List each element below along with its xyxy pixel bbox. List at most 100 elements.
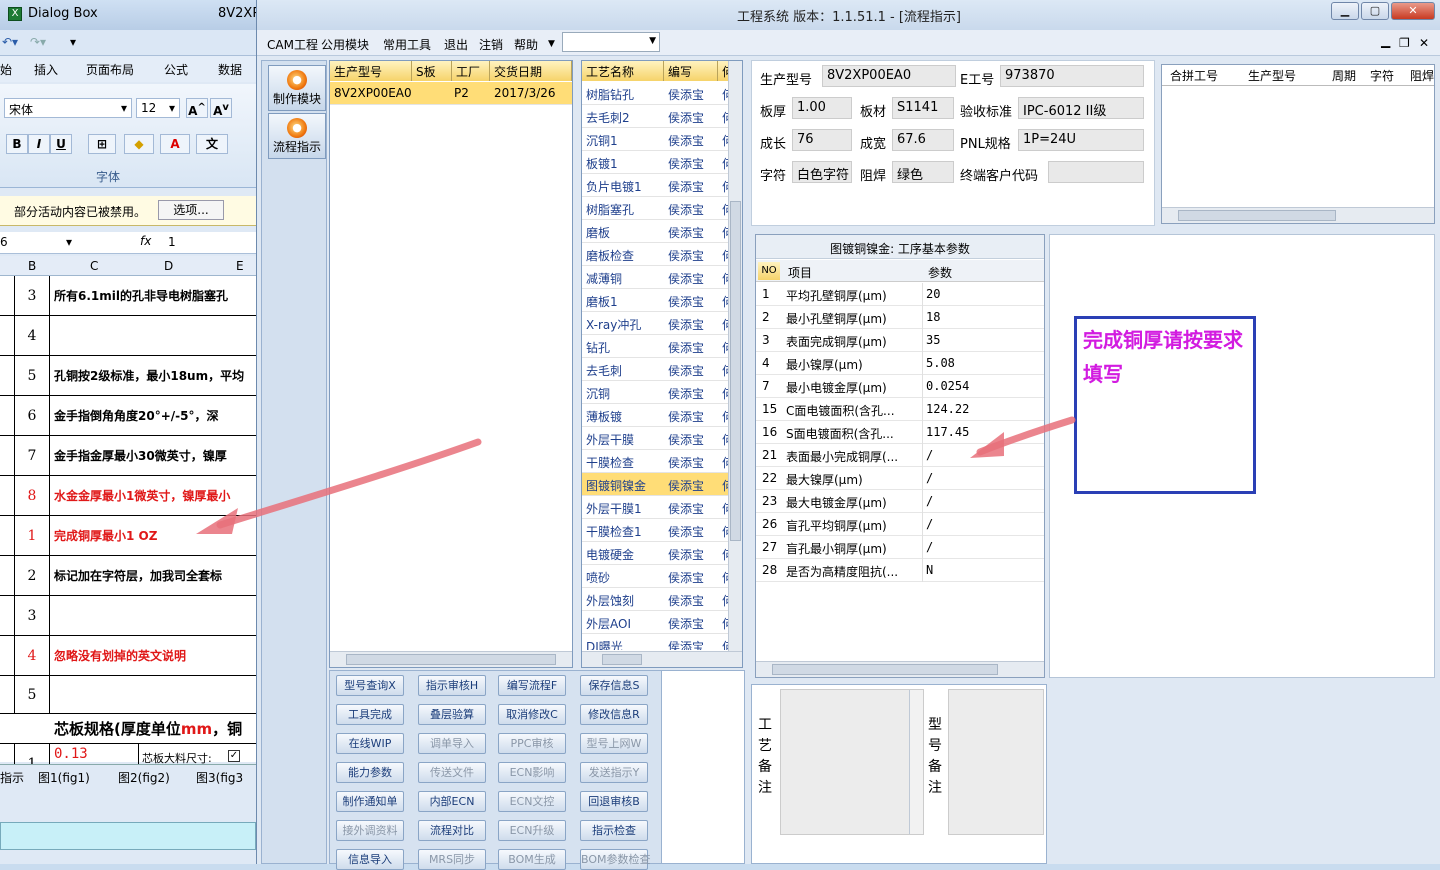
worksheet-grid[interactable]: 3 所有6.1mil的孔非导电树脂塞孔 4 5 孔铜按2级标准，最小18um，平均 6 金手…	[0, 276, 256, 784]
formula-value[interactable]: 1	[168, 235, 176, 249]
col-header[interactable]: 参数	[928, 264, 952, 281]
action-button[interactable]: 内部ECN	[418, 791, 486, 812]
action-button[interactable]: 调单导入	[418, 733, 486, 754]
table-row[interactable]: 2 标记加在字符层，加我司全套标	[0, 556, 256, 596]
table-row[interactable]: 外层干膜侯添宝何	[582, 427, 730, 450]
field-pnl[interactable]: 1P=24U	[1018, 129, 1144, 151]
cell-param[interactable]: /	[926, 517, 933, 531]
border-icon[interactable]: ⊞	[88, 134, 116, 154]
table-row[interactable]: 去毛刺2侯添宝何	[582, 105, 730, 128]
action-button[interactable]: 发送指示Y	[580, 762, 648, 783]
action-button[interactable]: 能力参数	[336, 762, 404, 783]
cell-param[interactable]: 0.0254	[926, 379, 969, 393]
col-header[interactable]: 字符	[1370, 67, 1394, 84]
model-remark-input[interactable]	[948, 689, 1044, 835]
action-button[interactable]: 指示检查	[580, 820, 648, 841]
tab-formulas[interactable]: 公式	[164, 61, 188, 78]
field-length[interactable]: 76	[792, 129, 852, 151]
checkbox-checked-icon[interactable]: ✓	[228, 750, 240, 762]
col-header[interactable]: 交货日期	[490, 61, 572, 81]
table-row[interactable]: 干膜检查侯添宝何	[582, 450, 730, 473]
action-button[interactable]: 工具完成	[336, 704, 404, 725]
cell-text[interactable]: 忽略没有划掉的英文说明	[54, 636, 186, 675]
table-row[interactable]: 磨板侯添宝何	[582, 220, 730, 243]
mdi-minimize-icon[interactable]: ▁	[1381, 34, 1390, 48]
col-header[interactable]: 生产型号	[330, 61, 412, 81]
table-row[interactable]: 薄板镀侯添宝何	[582, 404, 730, 427]
options-button[interactable]: 选项...	[158, 200, 224, 220]
remark-vscroll[interactable]	[909, 690, 923, 834]
table-row[interactable]: 减薄铜侯添宝何	[582, 266, 730, 289]
action-button[interactable]: 信息导入	[336, 849, 404, 870]
font-size-select[interactable]: 12 ▾	[136, 98, 180, 118]
action-button[interactable]: 在线WIP	[336, 733, 404, 754]
cell-text[interactable]: 金手指金厚最小30微英寸，镍厚	[54, 436, 227, 475]
table-row[interactable]: 板镀1侯添宝何	[582, 151, 730, 174]
tab-home[interactable]: 始	[0, 61, 12, 78]
cell-param[interactable]: N	[926, 563, 933, 577]
table-row[interactable]: 1 平均孔壁铜厚(μm) 20	[756, 283, 1044, 306]
cell-param[interactable]: 5.08	[926, 356, 955, 370]
nav-make-module[interactable]: ● 制作模块	[268, 65, 326, 111]
table-row[interactable]: 树脂钻孔侯添宝何	[582, 82, 730, 105]
field-mask[interactable]: 绿色	[892, 161, 954, 183]
table-row[interactable]: 磨板1侯添宝何	[582, 289, 730, 312]
table-row[interactable]: 2 最小孔壁铜厚(μm) 18	[756, 306, 1044, 329]
table-row[interactable]: 7 最小电镀金厚(μm) 0.0254	[756, 375, 1044, 398]
table-row[interactable]: 5	[0, 676, 256, 714]
sheet-tab[interactable]: 图3(fig3	[196, 769, 243, 786]
table-row[interactable]: 5 孔铜按2级标准，最小18um，平均	[0, 356, 256, 396]
params-hscroll[interactable]	[756, 661, 1044, 677]
process-hscroll[interactable]	[582, 651, 742, 667]
table-row[interactable]: 树脂塞孔侯添宝何	[582, 197, 730, 220]
action-button[interactable]: ECN影响	[498, 762, 566, 783]
col-header[interactable]: D	[164, 259, 173, 273]
col-header[interactable]: 周期	[1332, 67, 1356, 84]
font-color-icon[interactable]: A	[160, 134, 190, 154]
undo-icon[interactable]: ↶▾	[2, 35, 18, 49]
menu-dropdown[interactable]: ▼	[562, 32, 660, 52]
action-button[interactable]: 叠层验算	[418, 704, 486, 725]
table-row[interactable]: 沉铜1侯添宝何	[582, 128, 730, 151]
table-row[interactable]: 外层AOI侯添宝何	[582, 611, 730, 634]
tab-page-layout[interactable]: 页面布局	[86, 61, 134, 78]
menu-tools[interactable]: 常用工具	[383, 36, 431, 53]
underline-icon[interactable]: U	[50, 134, 72, 154]
cell-param[interactable]: 35	[926, 333, 940, 347]
menu-public[interactable]: 公用模块	[321, 36, 369, 53]
italic-icon[interactable]: I	[28, 134, 50, 154]
col-header[interactable]: 生产型号	[1248, 67, 1296, 84]
scroll-thumb[interactable]	[346, 654, 556, 665]
cell-param[interactable]: 124.22	[926, 402, 969, 416]
cell-text[interactable]: 标记加在字符层，加我司全套标	[54, 556, 222, 595]
table-row[interactable]: 28 是否为高精度阻抗(... N	[756, 559, 1044, 582]
core-value-1[interactable]: 0.13	[54, 746, 88, 762]
col-header[interactable]: NO	[758, 262, 780, 280]
name-box[interactable]: 6	[0, 235, 76, 249]
scroll-thumb[interactable]	[602, 654, 642, 665]
phonetic-icon[interactable]: 文	[196, 134, 228, 154]
cell-param[interactable]: 18	[926, 310, 940, 324]
action-button[interactable]: 流程对比	[418, 820, 486, 841]
table-row[interactable]: 23 最大电镀金厚(μm) /	[756, 490, 1044, 513]
table-row[interactable]: 4 忽略没有划掉的英文说明	[0, 636, 256, 676]
minimize-icon[interactable]: ▁	[1331, 2, 1359, 20]
menu-exit[interactable]: 退出	[444, 36, 468, 53]
table-row[interactable]: 图镀铜镍金侯添宝何	[582, 473, 730, 496]
scroll-thumb[interactable]	[772, 664, 998, 675]
action-button[interactable]: BOM参数检查	[580, 849, 651, 870]
table-row[interactable]: 7 金手指金厚最小30微英寸，镍厚	[0, 436, 256, 476]
col-header[interactable]: 工厂	[452, 61, 490, 81]
table-row[interactable]: 外层干膜1侯添宝何	[582, 496, 730, 519]
table-row[interactable]: 6 金手指倒角角度20°+/-5°，深	[0, 396, 256, 436]
sheet-tab[interactable]: 图2(fig2)	[118, 769, 170, 786]
action-button[interactable]: 制作通知单	[336, 791, 404, 812]
cell-text[interactable]: 水金金厚最小1微英寸，镍厚最小	[54, 476, 230, 515]
cell-param[interactable]: /	[926, 540, 933, 554]
maximize-icon[interactable]: ▢	[1361, 2, 1389, 20]
action-button[interactable]: 回退审核B	[580, 791, 648, 812]
cell-text[interactable]: 金手指倒角角度20°+/-5°，深	[54, 396, 218, 435]
table-row[interactable]: X-ray冲孔侯添宝何	[582, 312, 730, 335]
nav-process-guide[interactable]: ● 流程指示	[268, 113, 326, 159]
cell-text[interactable]: 所有6.1mil的孔非导电树脂塞孔	[54, 276, 228, 315]
